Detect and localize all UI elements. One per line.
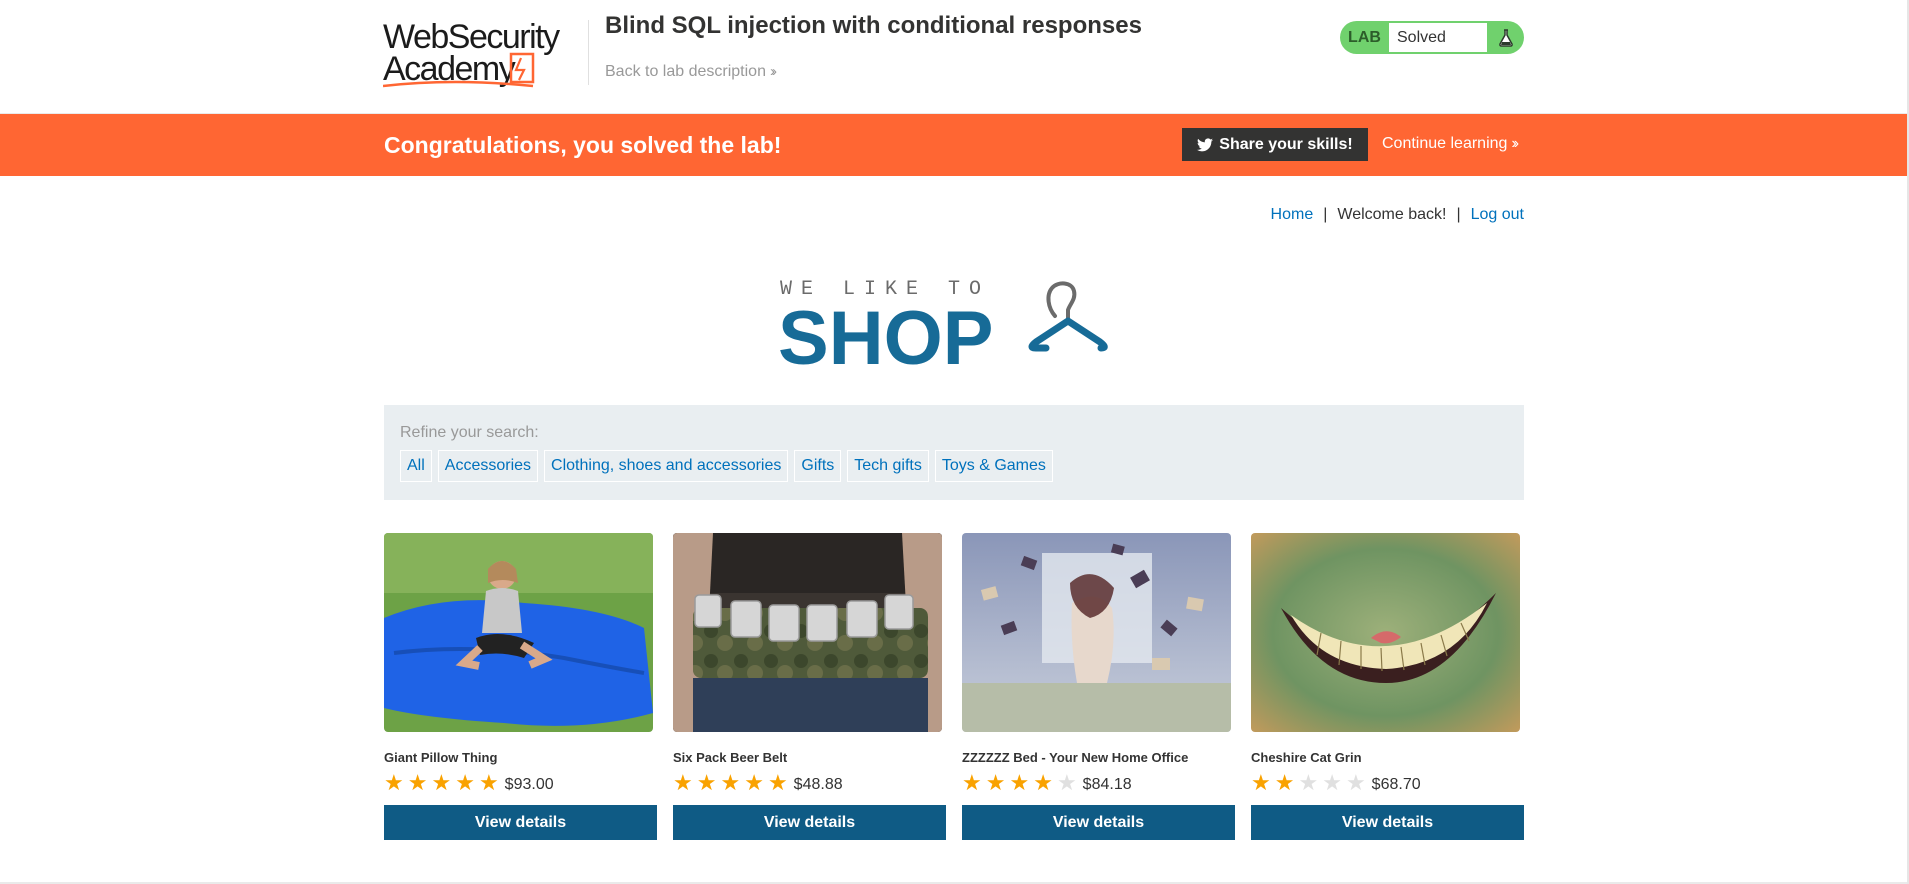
star-filled-icon: ★ bbox=[384, 770, 404, 795]
category-toys-games[interactable]: Toys & Games bbox=[934, 450, 1053, 482]
product-name: Giant Pillow Thing bbox=[384, 750, 498, 765]
congratulations-message: Congratulations, you solved the lab! bbox=[384, 132, 782, 158]
account-nav: Home | Welcome back! | Log out bbox=[1271, 206, 1524, 224]
star-empty-icon: ★ bbox=[1298, 770, 1319, 795]
continue-learning-label: Continue learning bbox=[1382, 135, 1508, 152]
welcome-text: Welcome back! bbox=[1337, 206, 1447, 223]
star-filled-icon: ★ bbox=[1274, 770, 1295, 795]
we-like-to-shop-logo: WE LIKE TO SHOP bbox=[778, 278, 1108, 372]
star-empty-icon: ★ bbox=[1345, 770, 1366, 795]
product-card: ZZZZZZ Bed - Your New Home Office ★ ★ ★ ★ ★ … bbox=[962, 533, 1235, 840]
star-rating: ★ ★ ★ ★ ★ bbox=[384, 772, 499, 794]
product-card: Six Pack Beer Belt ★ ★ ★ ★ ★ $48.88 View det… bbox=[673, 533, 946, 840]
star-empty-icon: ★ bbox=[1322, 770, 1342, 795]
view-details-button[interactable]: View details bbox=[673, 805, 946, 840]
product-name: ZZZZZZ Bed - Your New Home Office bbox=[962, 750, 1189, 765]
nav-separator: | bbox=[1456, 206, 1461, 223]
logout-link[interactable]: Log out bbox=[1471, 206, 1524, 223]
product-card: Cheshire Cat Grin ★ ★ ★ ★ ★ $68.70 View deta… bbox=[1251, 533, 1524, 840]
product-rating-row: ★ ★ ★ ★ ★ $48.88 bbox=[673, 771, 946, 795]
star-rating: ★ ★ ★ ★ ★ bbox=[962, 772, 1077, 794]
double-chevron-right-icon: ›› bbox=[1511, 135, 1518, 152]
back-to-lab-description-link[interactable]: Back to lab description ›› bbox=[605, 63, 777, 81]
academy-header: WebSecurity Academy Blind SQL injection … bbox=[0, 0, 1909, 114]
star-filled-icon: ★ bbox=[478, 770, 499, 795]
product-grid: Giant Pillow Thing ★ ★ ★ ★ ★ $93.00 View det… bbox=[384, 533, 1524, 843]
star-filled-icon: ★ bbox=[1009, 770, 1030, 795]
product-rating-row: ★ ★ ★ ★ ★ $93.00 bbox=[384, 771, 657, 795]
product-image-giant-pillow[interactable] bbox=[384, 533, 653, 732]
star-filled-icon: ★ bbox=[744, 770, 764, 795]
flask-icon bbox=[1487, 28, 1524, 47]
product-image-six-pack-belt[interactable] bbox=[673, 533, 942, 732]
back-link-label: Back to lab description bbox=[605, 63, 766, 80]
product-rating-row: ★ ★ ★ ★ ★ $84.18 bbox=[962, 771, 1235, 795]
share-skills-label: Share your skills! bbox=[1219, 135, 1353, 153]
double-chevron-right-icon: ›› bbox=[769, 63, 777, 80]
shop-word: SHOP bbox=[778, 296, 993, 372]
twitter-icon bbox=[1197, 137, 1214, 151]
star-filled-icon: ★ bbox=[962, 770, 982, 795]
product-name: Cheshire Cat Grin bbox=[1251, 750, 1362, 765]
product-price: $84.18 bbox=[1082, 776, 1132, 793]
product-price: $93.00 bbox=[504, 776, 554, 793]
star-filled-icon: ★ bbox=[696, 770, 717, 795]
star-filled-icon: ★ bbox=[455, 770, 475, 795]
star-rating: ★ ★ ★ ★ ★ bbox=[673, 772, 788, 794]
category-gifts[interactable]: Gifts bbox=[794, 450, 842, 482]
header-divider bbox=[588, 20, 589, 85]
home-link[interactable]: Home bbox=[1271, 206, 1314, 223]
category-all[interactable]: All bbox=[400, 450, 432, 482]
continue-learning-link[interactable]: Continue learning ›› bbox=[1382, 135, 1519, 153]
category-filter-panel: Refine your search: All Accessories Clot… bbox=[384, 405, 1524, 500]
star-filled-icon: ★ bbox=[767, 770, 788, 795]
star-filled-icon: ★ bbox=[1033, 770, 1053, 795]
share-skills-button[interactable]: Share your skills! bbox=[1182, 128, 1368, 161]
refine-search-label: Refine your search: bbox=[400, 424, 539, 441]
nav-separator: | bbox=[1323, 206, 1328, 223]
lab-title: Blind SQL injection with conditional res… bbox=[605, 12, 1142, 39]
category-clothing-shoes-accessories[interactable]: Clothing, shoes and accessories bbox=[544, 450, 789, 482]
product-image-zzzzzz-bed[interactable] bbox=[962, 533, 1231, 732]
lab-status-widget: LAB Solved bbox=[1340, 21, 1524, 54]
star-filled-icon: ★ bbox=[985, 770, 1006, 795]
category-list: All Accessories Clothing, shoes and acce… bbox=[400, 450, 1053, 482]
star-rating: ★ ★ ★ ★ ★ bbox=[1251, 772, 1366, 794]
star-filled-icon: ★ bbox=[673, 770, 693, 795]
product-image-cheshire-cat-grin[interactable] bbox=[1251, 533, 1520, 732]
star-filled-icon: ★ bbox=[407, 770, 428, 795]
star-empty-icon: ★ bbox=[1056, 770, 1077, 795]
view-details-button[interactable]: View details bbox=[1251, 805, 1524, 840]
star-filled-icon: ★ bbox=[720, 770, 741, 795]
web-security-academy-logo[interactable]: WebSecurity Academy bbox=[383, 16, 583, 91]
lab-label: LAB bbox=[1348, 28, 1381, 46]
product-card: Giant Pillow Thing ★ ★ ★ ★ ★ $93.00 View det… bbox=[384, 533, 657, 840]
category-accessories[interactable]: Accessories bbox=[437, 450, 539, 482]
hanger-icon bbox=[1028, 281, 1108, 352]
product-price: $48.88 bbox=[793, 776, 843, 793]
lab-solved-banner: Congratulations, you solved the lab! Sha… bbox=[0, 114, 1909, 176]
star-filled-icon: ★ bbox=[431, 770, 452, 795]
product-rating-row: ★ ★ ★ ★ ★ $68.70 bbox=[1251, 771, 1524, 795]
star-filled-icon: ★ bbox=[1251, 770, 1271, 795]
product-name: Six Pack Beer Belt bbox=[673, 750, 788, 765]
view-details-button[interactable]: View details bbox=[962, 805, 1235, 840]
lab-state: Solved bbox=[1389, 23, 1487, 52]
product-price: $68.70 bbox=[1371, 776, 1421, 793]
category-tech-gifts[interactable]: Tech gifts bbox=[847, 450, 929, 482]
view-details-button[interactable]: View details bbox=[384, 805, 657, 840]
